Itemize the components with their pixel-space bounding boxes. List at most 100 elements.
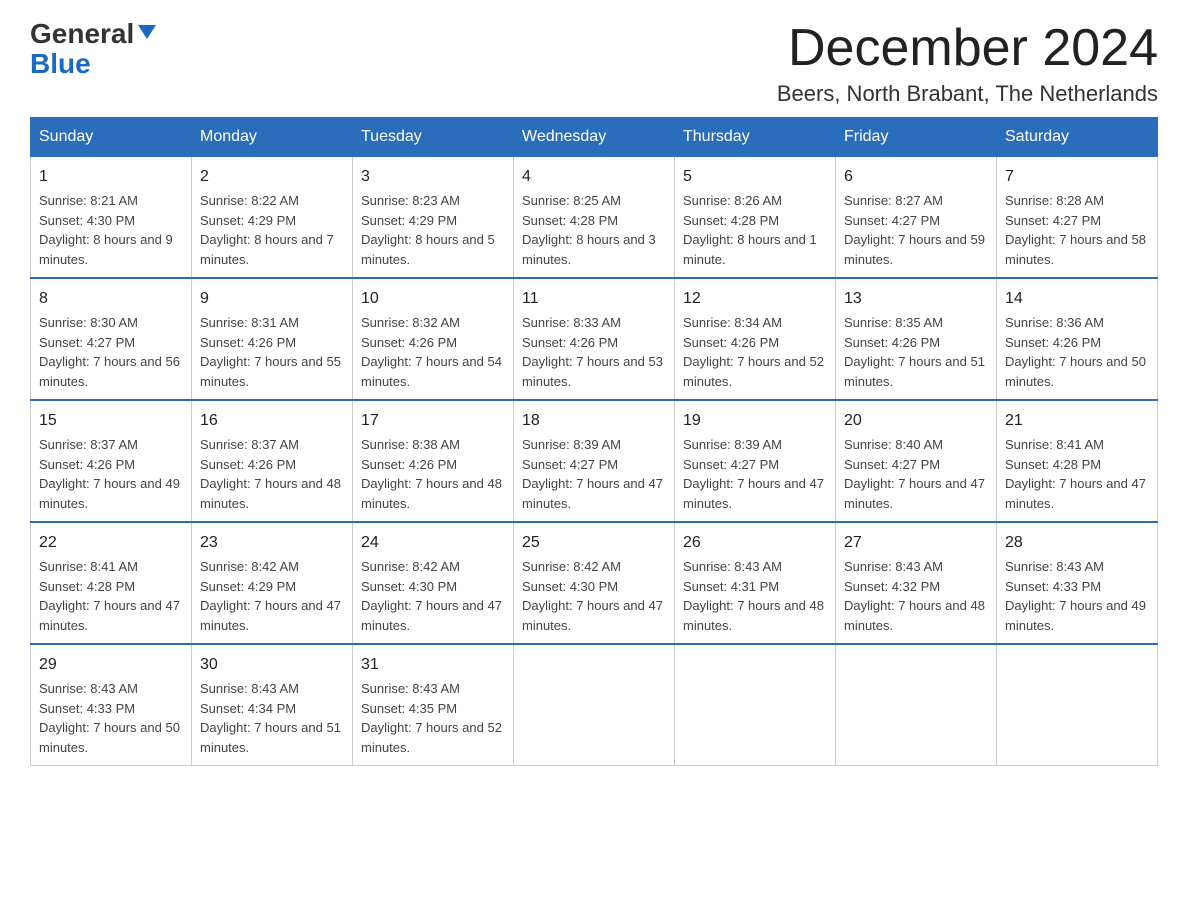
calendar-cell: 10Sunrise: 8:32 AMSunset: 4:26 PMDayligh… xyxy=(353,278,514,400)
column-header-thursday: Thursday xyxy=(675,118,836,157)
day-info: Sunrise: 8:32 AMSunset: 4:26 PMDaylight:… xyxy=(361,315,502,389)
day-info: Sunrise: 8:21 AMSunset: 4:30 PMDaylight:… xyxy=(39,193,173,267)
day-number: 7 xyxy=(1005,165,1149,189)
day-info: Sunrise: 8:22 AMSunset: 4:29 PMDaylight:… xyxy=(200,193,334,267)
week-row-1: 1 Sunrise: 8:21 AMSunset: 4:30 PMDaylight… xyxy=(31,157,1158,279)
column-header-tuesday: Tuesday xyxy=(353,118,514,157)
column-header-monday: Monday xyxy=(192,118,353,157)
calendar-table: SundayMondayTuesdayWednesdayThursdayFrid… xyxy=(30,117,1158,766)
day-info: Sunrise: 8:41 AMSunset: 4:28 PMDaylight:… xyxy=(1005,437,1146,511)
day-info: Sunrise: 8:43 AMSunset: 4:33 PMDaylight:… xyxy=(39,681,180,755)
calendar-cell: 4 Sunrise: 8:25 AMSunset: 4:28 PMDaylight… xyxy=(514,157,675,279)
calendar-cell xyxy=(675,644,836,766)
day-number: 20 xyxy=(844,409,988,433)
day-info: Sunrise: 8:40 AMSunset: 4:27 PMDaylight:… xyxy=(844,437,985,511)
calendar-cell: 16Sunrise: 8:37 AMSunset: 4:26 PMDayligh… xyxy=(192,400,353,522)
day-number: 28 xyxy=(1005,531,1149,555)
calendar-cell: 31 Sunrise: 8:43 AMSunset: 4:35 PMDayligh… xyxy=(353,644,514,766)
week-row-5: 29 Sunrise: 8:43 AMSunset: 4:33 PMDayligh… xyxy=(31,644,1158,766)
day-info: Sunrise: 8:23 AMSunset: 4:29 PMDaylight:… xyxy=(361,193,495,267)
column-header-wednesday: Wednesday xyxy=(514,118,675,157)
day-number: 31 xyxy=(361,653,505,677)
day-number: 5 xyxy=(683,165,827,189)
day-number: 30 xyxy=(200,653,344,677)
day-info: Sunrise: 8:37 AMSunset: 4:26 PMDaylight:… xyxy=(39,437,180,511)
calendar-cell: 23 Sunrise: 8:42 AMSunset: 4:29 PMDayligh… xyxy=(192,522,353,644)
calendar-title: December 2024 xyxy=(777,20,1158,77)
logo-blue: Blue xyxy=(30,48,91,80)
logo-general: General xyxy=(30,20,134,48)
logo-triangle-icon xyxy=(136,21,158,43)
calendar-cell xyxy=(836,644,997,766)
day-number: 23 xyxy=(200,531,344,555)
day-number: 27 xyxy=(844,531,988,555)
calendar-cell: 8 Sunrise: 8:30 AMSunset: 4:27 PMDaylight… xyxy=(31,278,192,400)
calendar-cell: 22 Sunrise: 8:41 AMSunset: 4:28 PMDayligh… xyxy=(31,522,192,644)
week-row-2: 8 Sunrise: 8:30 AMSunset: 4:27 PMDaylight… xyxy=(31,278,1158,400)
day-number: 1 xyxy=(39,165,183,189)
calendar-cell: 28 Sunrise: 8:43 AMSunset: 4:33 PMDayligh… xyxy=(997,522,1158,644)
day-info: Sunrise: 8:41 AMSunset: 4:28 PMDaylight:… xyxy=(39,559,180,633)
day-number: 14 xyxy=(1005,287,1149,311)
calendar-cell: 17Sunrise: 8:38 AMSunset: 4:26 PMDayligh… xyxy=(353,400,514,522)
calendar-cell: 6Sunrise: 8:27 AMSunset: 4:27 PMDaylight… xyxy=(836,157,997,279)
day-info: Sunrise: 8:43 AMSunset: 4:33 PMDaylight:… xyxy=(1005,559,1146,633)
calendar-cell: 30 Sunrise: 8:43 AMSunset: 4:34 PMDayligh… xyxy=(192,644,353,766)
day-info: Sunrise: 8:28 AMSunset: 4:27 PMDaylight:… xyxy=(1005,193,1146,267)
calendar-cell: 29 Sunrise: 8:43 AMSunset: 4:33 PMDayligh… xyxy=(31,644,192,766)
day-info: Sunrise: 8:43 AMSunset: 4:34 PMDaylight:… xyxy=(200,681,341,755)
day-number: 15 xyxy=(39,409,183,433)
day-info: Sunrise: 8:31 AMSunset: 4:26 PMDaylight:… xyxy=(200,315,341,389)
day-info: Sunrise: 8:25 AMSunset: 4:28 PMDaylight:… xyxy=(522,193,656,267)
calendar-cell: 19 Sunrise: 8:39 AMSunset: 4:27 PMDayligh… xyxy=(675,400,836,522)
calendar-cell: 26Sunrise: 8:43 AMSunset: 4:31 PMDayligh… xyxy=(675,522,836,644)
day-number: 4 xyxy=(522,165,666,189)
calendar-cell: 12Sunrise: 8:34 AMSunset: 4:26 PMDayligh… xyxy=(675,278,836,400)
column-header-sunday: Sunday xyxy=(31,118,192,157)
day-info: Sunrise: 8:42 AMSunset: 4:30 PMDaylight:… xyxy=(522,559,663,633)
day-number: 22 xyxy=(39,531,183,555)
calendar-cell: 5Sunrise: 8:26 AMSunset: 4:28 PMDaylight… xyxy=(675,157,836,279)
column-header-friday: Friday xyxy=(836,118,997,157)
calendar-cell: 14 Sunrise: 8:36 AMSunset: 4:26 PMDayligh… xyxy=(997,278,1158,400)
calendar-cell: 24Sunrise: 8:42 AMSunset: 4:30 PMDayligh… xyxy=(353,522,514,644)
calendar-cell: 11Sunrise: 8:33 AMSunset: 4:26 PMDayligh… xyxy=(514,278,675,400)
calendar-cell: 27 Sunrise: 8:43 AMSunset: 4:32 PMDayligh… xyxy=(836,522,997,644)
page-header: General Blue December 2024 Beers, North … xyxy=(30,20,1158,107)
column-header-saturday: Saturday xyxy=(997,118,1158,157)
day-number: 21 xyxy=(1005,409,1149,433)
calendar-cell: 21 Sunrise: 8:41 AMSunset: 4:28 PMDayligh… xyxy=(997,400,1158,522)
calendar-cell xyxy=(514,644,675,766)
day-info: Sunrise: 8:30 AMSunset: 4:27 PMDaylight:… xyxy=(39,315,180,389)
logo: General Blue xyxy=(30,20,158,80)
day-info: Sunrise: 8:36 AMSunset: 4:26 PMDaylight:… xyxy=(1005,315,1146,389)
day-info: Sunrise: 8:43 AMSunset: 4:32 PMDaylight:… xyxy=(844,559,985,633)
calendar-cell: 1 Sunrise: 8:21 AMSunset: 4:30 PMDaylight… xyxy=(31,157,192,279)
day-number: 12 xyxy=(683,287,827,311)
calendar-cell: 3 Sunrise: 8:23 AMSunset: 4:29 PMDaylight… xyxy=(353,157,514,279)
day-info: Sunrise: 8:35 AMSunset: 4:26 PMDaylight:… xyxy=(844,315,985,389)
day-number: 9 xyxy=(200,287,344,311)
day-number: 6 xyxy=(844,165,988,189)
day-headers-row: SundayMondayTuesdayWednesdayThursdayFrid… xyxy=(31,118,1158,157)
day-info: Sunrise: 8:38 AMSunset: 4:26 PMDaylight:… xyxy=(361,437,502,511)
day-info: Sunrise: 8:42 AMSunset: 4:29 PMDaylight:… xyxy=(200,559,341,633)
calendar-cell xyxy=(997,644,1158,766)
day-number: 18 xyxy=(522,409,666,433)
day-info: Sunrise: 8:43 AMSunset: 4:31 PMDaylight:… xyxy=(683,559,824,633)
calendar-cell: 7 Sunrise: 8:28 AMSunset: 4:27 PMDaylight… xyxy=(997,157,1158,279)
day-info: Sunrise: 8:39 AMSunset: 4:27 PMDaylight:… xyxy=(683,437,824,511)
title-section: December 2024 Beers, North Brabant, The … xyxy=(777,20,1158,107)
day-info: Sunrise: 8:43 AMSunset: 4:35 PMDaylight:… xyxy=(361,681,502,755)
day-number: 8 xyxy=(39,287,183,311)
calendar-cell: 13 Sunrise: 8:35 AMSunset: 4:26 PMDayligh… xyxy=(836,278,997,400)
calendar-cell: 25 Sunrise: 8:42 AMSunset: 4:30 PMDayligh… xyxy=(514,522,675,644)
day-info: Sunrise: 8:39 AMSunset: 4:27 PMDaylight:… xyxy=(522,437,663,511)
day-number: 25 xyxy=(522,531,666,555)
day-number: 3 xyxy=(361,165,505,189)
day-number: 13 xyxy=(844,287,988,311)
day-number: 29 xyxy=(39,653,183,677)
calendar-cell: 2Sunrise: 8:22 AMSunset: 4:29 PMDaylight… xyxy=(192,157,353,279)
day-number: 19 xyxy=(683,409,827,433)
calendar-cell: 15 Sunrise: 8:37 AMSunset: 4:26 PMDayligh… xyxy=(31,400,192,522)
